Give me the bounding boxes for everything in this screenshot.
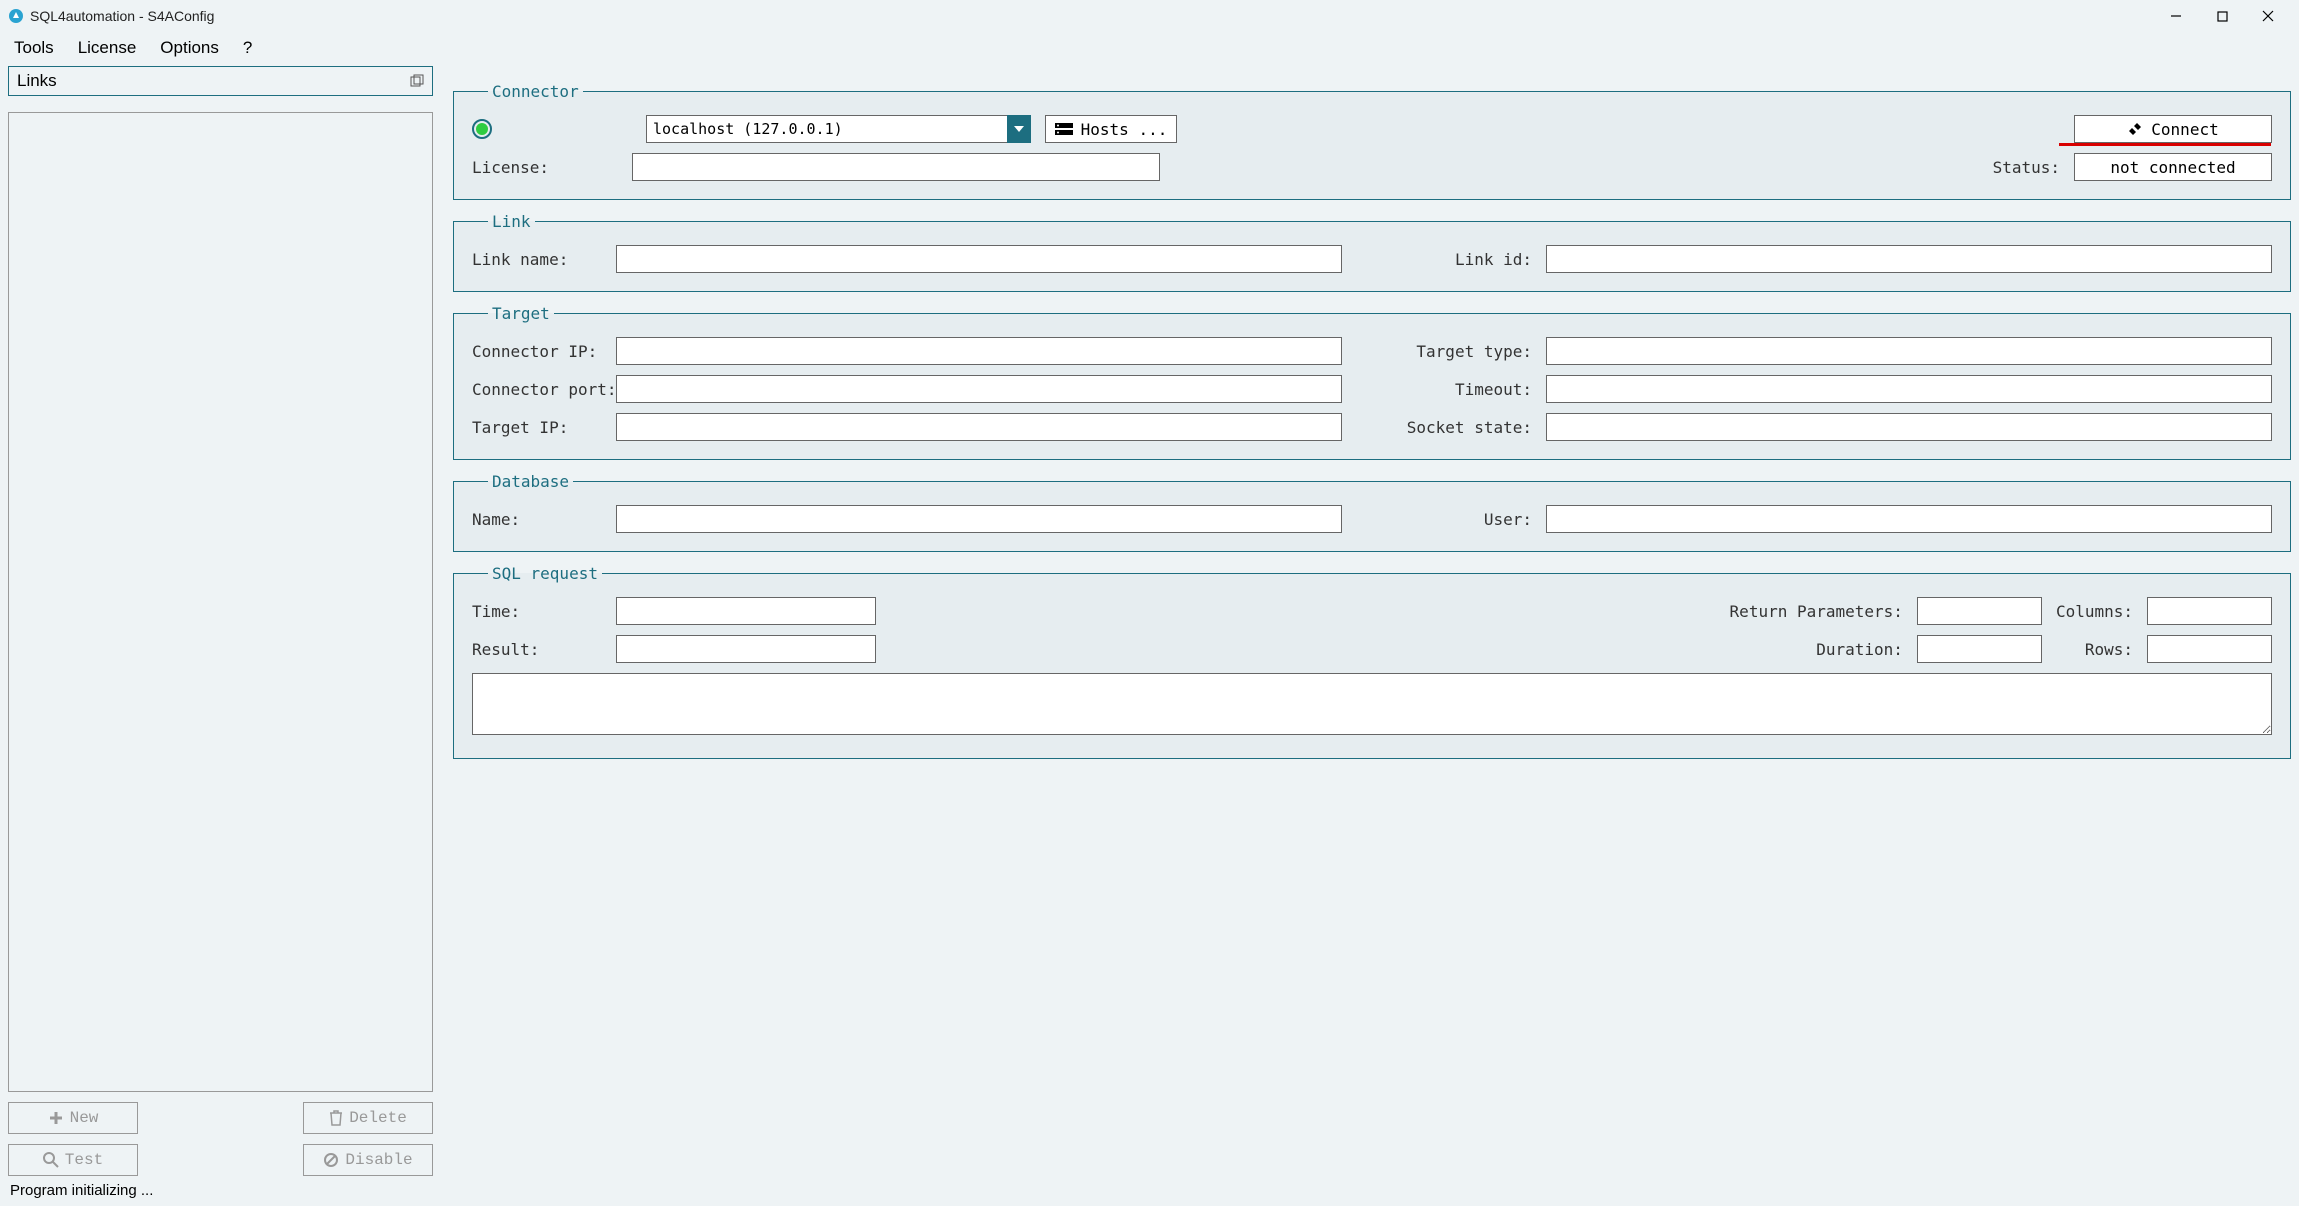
menu-tools[interactable]: Tools (10, 36, 58, 60)
plus-icon (48, 1110, 64, 1126)
socket-state-field[interactable] (1546, 413, 2272, 441)
connect-button[interactable]: Connect (2074, 115, 2272, 143)
sql-group: SQL request Time: Return Parameters: Col… (453, 564, 2291, 759)
connector-group: Connector Hosts ... Connect (453, 82, 2291, 200)
sql-result-field[interactable] (616, 635, 876, 663)
sql-duration-field[interactable] (1917, 635, 2042, 663)
timeout-field[interactable] (1546, 375, 2272, 403)
hosts-icon (1055, 123, 1073, 135)
links-header-label: Links (17, 71, 57, 91)
target-type-label: Target type: (1402, 342, 1532, 361)
database-group: Database Name: User: (453, 472, 2291, 552)
chevron-down-icon[interactable] (1007, 115, 1031, 143)
new-button-label: New (70, 1109, 99, 1127)
statusbar: Program initializing ... (0, 1178, 2299, 1206)
sql-return-params-field[interactable] (1917, 597, 2042, 625)
target-legend: Target (488, 304, 554, 323)
link-id-field[interactable] (1546, 245, 2272, 273)
sql-text-area[interactable] (472, 673, 2272, 735)
connector-legend: Connector (488, 82, 583, 101)
connect-button-label: Connect (2151, 120, 2218, 139)
disable-icon (323, 1152, 339, 1168)
db-name-field[interactable] (616, 505, 1342, 533)
titlebar: SQL4automation - S4AConfig (0, 0, 2299, 32)
menu-license[interactable]: License (74, 36, 141, 60)
db-user-field[interactable] (1546, 505, 2272, 533)
db-user-label: User: (1402, 510, 1532, 529)
delete-button[interactable]: Delete (303, 1102, 433, 1134)
status-label: Status: (1993, 158, 2060, 177)
sql-rows-label: Rows: (2085, 640, 2133, 659)
connect-underline (2059, 143, 2271, 146)
sql-columns-label: Columns: (2056, 602, 2133, 621)
close-button[interactable] (2245, 0, 2291, 32)
socket-state-label: Socket state: (1402, 418, 1532, 437)
menubar: Tools License Options ? (0, 32, 2299, 64)
sql-time-label: Time: (472, 602, 602, 621)
sql-rows-field[interactable] (2147, 635, 2272, 663)
plug-icon (2127, 121, 2143, 137)
test-button[interactable]: Test (8, 1144, 138, 1176)
connector-port-label: Connector port: (472, 380, 602, 399)
status-box: not connected (2074, 153, 2272, 181)
test-button-label: Test (65, 1151, 103, 1169)
statusbar-text: Program initializing ... (10, 1182, 153, 1199)
connector-port-field[interactable] (616, 375, 1342, 403)
sql-return-params-label: Return Parameters: (1730, 602, 1903, 621)
status-value: not connected (2110, 158, 2235, 177)
left-pane: Links New Delete Test Disa (8, 64, 433, 1176)
link-name-label: Link name: (472, 250, 602, 269)
license-field[interactable] (632, 153, 1160, 181)
maximize-button[interactable] (2199, 0, 2245, 32)
new-button[interactable]: New (8, 1102, 138, 1134)
db-name-label: Name: (472, 510, 602, 529)
sql-duration-label: Duration: (1816, 640, 1903, 659)
connector-status-led (472, 119, 492, 139)
connector-ip-label: Connector IP: (472, 342, 602, 361)
menu-options[interactable]: Options (156, 36, 223, 60)
target-type-field[interactable] (1546, 337, 2272, 365)
hosts-button-label: Hosts ... (1081, 120, 1168, 139)
links-header: Links (8, 66, 433, 96)
target-ip-field[interactable] (616, 413, 1342, 441)
disable-button[interactable]: Disable (303, 1144, 433, 1176)
link-name-field[interactable] (616, 245, 1342, 273)
link-group: Link Link name: Link id: (453, 212, 2291, 292)
host-select[interactable] (646, 115, 1031, 143)
right-pane: Connector Hosts ... Connect (453, 64, 2291, 1176)
hosts-button[interactable]: Hosts ... (1045, 115, 1177, 143)
trash-icon (329, 1110, 343, 1126)
link-legend: Link (488, 212, 535, 231)
connector-ip-field[interactable] (616, 337, 1342, 365)
links-list[interactable] (8, 112, 433, 1092)
timeout-label: Timeout: (1402, 380, 1532, 399)
sql-columns-field[interactable] (2147, 597, 2272, 625)
target-group: Target Connector IP: Target type: Connec… (453, 304, 2291, 460)
minimize-button[interactable] (2153, 0, 2199, 32)
menu-help[interactable]: ? (239, 36, 256, 60)
app-icon (8, 8, 24, 24)
disable-button-label: Disable (345, 1151, 412, 1169)
sql-result-label: Result: (472, 640, 602, 659)
database-legend: Database (488, 472, 573, 491)
target-ip-label: Target IP: (472, 418, 602, 437)
delete-button-label: Delete (349, 1109, 407, 1127)
link-id-label: Link id: (1402, 250, 1532, 269)
sql-time-field[interactable] (616, 597, 876, 625)
license-label: License: (472, 158, 618, 177)
detach-icon[interactable] (410, 74, 424, 88)
search-icon (43, 1152, 59, 1168)
sql-legend: SQL request (488, 564, 602, 583)
window-title: SQL4automation - S4AConfig (30, 8, 214, 24)
